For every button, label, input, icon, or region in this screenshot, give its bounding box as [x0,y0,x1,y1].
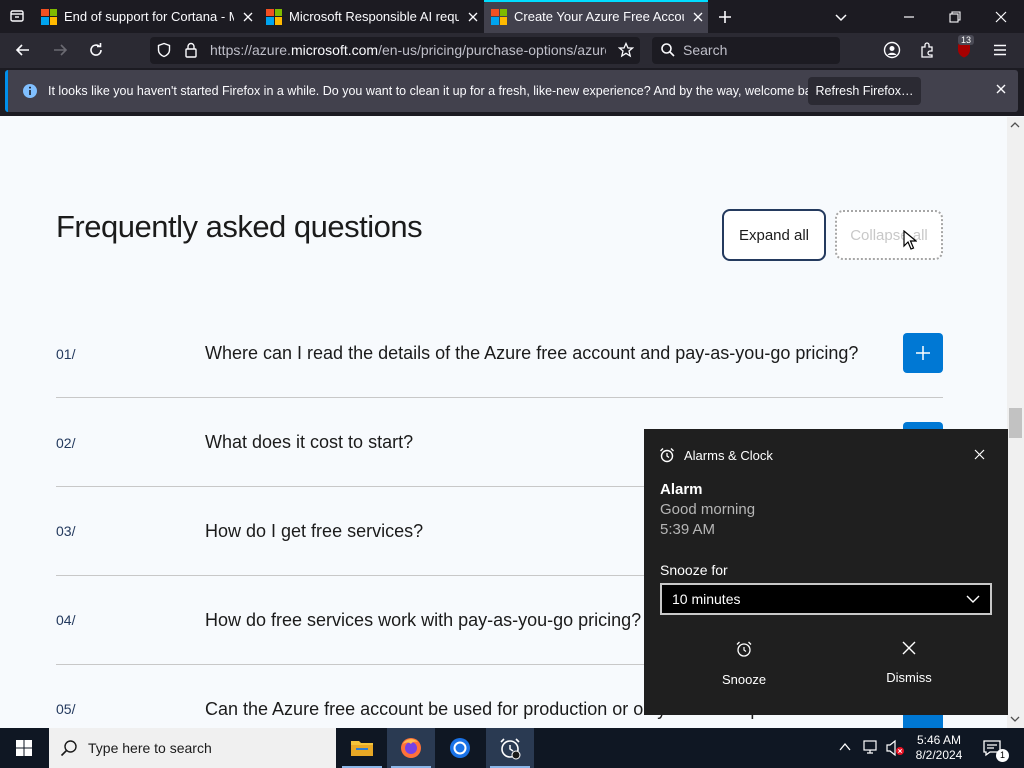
forward-arrow-icon[interactable] [47,37,73,63]
alarm-clock-icon [659,447,675,463]
faq-question[interactable]: What does it cost to start? [205,432,413,453]
tab-cortana[interactable]: End of support for Cortana - Mi [34,0,256,33]
reload-icon[interactable] [83,37,109,63]
collapse-all-button[interactable]: Collapse all [835,210,943,260]
taskbar-search-box[interactable]: Type here to search [49,728,336,768]
faq-question[interactable]: How do I get free services? [205,521,423,542]
scroll-down-arrow-icon[interactable] [1010,714,1020,724]
firefox-notification-bar: It looks like you haven't started Firefo… [5,70,1018,112]
firefox-taskbar-icon[interactable] [387,728,435,768]
toast-app-name: Alarms & Clock [684,448,773,463]
file-explorer-icon[interactable] [338,728,386,768]
volume-muted-icon[interactable] [885,739,905,757]
page-title: Frequently asked questions [56,209,423,244]
expand-faq-plus-icon[interactable] [903,333,943,373]
info-icon [22,83,38,99]
tab-azure-free-account[interactable]: Create Your Azure Free Account [484,0,708,33]
microsoft-logo-icon [491,8,507,25]
snooze-alarm-icon [684,640,804,658]
dismiss-button-label: Dismiss [886,670,932,685]
faq-number: 03/ [56,523,76,539]
back-arrow-icon[interactable] [10,37,36,63]
snooze-button-label: Snooze [721,672,767,687]
clock-date: 8/2/2024 [915,748,963,762]
windows-start-icon[interactable] [0,728,48,768]
network-icon[interactable] [862,739,880,755]
microsoft-logo-icon [266,8,282,25]
dismiss-button[interactable]: Dismiss [849,640,969,685]
refresh-firefox-button[interactable]: Refresh Firefox… [808,77,921,105]
chrome-taskbar-icon[interactable] [436,728,484,768]
notification-message: It looks like you haven't started Firefo… [48,84,828,98]
faq-number: 02/ [56,435,76,451]
chevron-down-icon[interactable] [828,4,854,30]
tab-responsible-ai[interactable]: Microsoft Responsible AI reque [259,0,481,33]
alarm-subtitle: Good morning [660,501,756,518]
url-domain: microsoft.com [290,42,379,58]
url-text[interactable]: https://azure.microsoft.com/en-us/pricin… [210,42,606,60]
extensions-puzzle-icon[interactable] [915,37,941,63]
close-notification-icon[interactable] [995,83,1007,95]
tab-title: Create Your Azure Free Account [514,9,684,24]
search-icon [60,739,78,757]
scrollbar-thumb[interactable] [1009,408,1022,438]
search-placeholder: Search [683,42,728,58]
faq-number: 04/ [56,612,76,628]
faq-question[interactable]: How do free services work with pay-as-yo… [205,610,641,631]
account-icon[interactable] [879,37,905,63]
faq-question[interactable]: Where can I read the details of the Azur… [205,343,858,364]
alarms-clock-taskbar-icon[interactable] [486,728,534,768]
dismiss-x-icon [849,640,969,656]
tab-title: End of support for Cortana - Mi [64,9,234,24]
url-prefix: https://azure. [210,42,291,58]
chevron-down-icon [966,594,980,604]
search-icon [660,42,676,58]
minimize-window-icon[interactable] [896,4,922,30]
alarm-title: Alarm [660,481,703,498]
tab-list-icon[interactable] [4,3,30,29]
clock-time: 5:46 AM [916,733,962,747]
search-box[interactable]: Search [652,37,840,64]
close-toast-icon[interactable] [974,449,985,460]
faq-number: 01/ [56,346,76,362]
snooze-label: Snooze for [660,562,728,578]
notification-count-badge: 1 [996,749,1009,762]
close-tab-icon[interactable] [240,9,256,25]
new-tab-icon[interactable] [712,4,738,30]
close-tab-icon[interactable] [465,9,481,25]
faq-number: 05/ [56,701,76,717]
close-window-icon[interactable] [988,4,1014,30]
extension-badge-count: 13 [958,35,975,45]
alarm-time: 5:39 AM [660,521,716,538]
show-hidden-icons-chevron-up-icon[interactable] [838,740,852,754]
faq-divider [56,397,943,398]
expand-all-button[interactable]: Expand all [722,209,826,261]
url-path: /en-us/pricing/purchase-options/azure [378,42,606,58]
restore-window-icon[interactable] [942,4,968,30]
snooze-selected-value: 10 minutes [672,591,741,607]
snooze-duration-select[interactable]: 10 minutes [660,583,992,615]
tab-title: Microsoft Responsible AI reque [289,9,459,24]
microsoft-logo-icon [41,8,57,25]
taskbar-clock[interactable]: 5:46 AM 8/2/2024 [906,733,972,763]
scroll-up-arrow-icon[interactable] [1010,120,1020,130]
taskbar-search-placeholder: Type here to search [88,740,212,756]
hamburger-menu-icon[interactable] [987,37,1013,63]
close-tab-icon[interactable] [690,9,706,25]
tracking-protection-shield-icon[interactable] [151,37,177,63]
mouse-cursor-icon [903,230,917,250]
lock-icon[interactable] [178,37,204,63]
bookmark-star-icon[interactable] [613,37,639,63]
snooze-button[interactable]: Snooze [684,640,804,687]
